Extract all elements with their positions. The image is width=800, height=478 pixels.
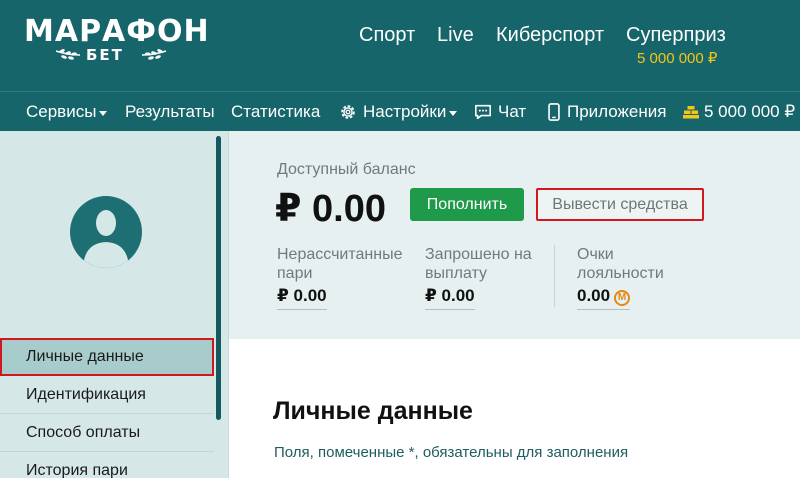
withdraw-button[interactable]: Вывести средства xyxy=(536,188,704,221)
nav-chat[interactable]: Чат xyxy=(474,102,526,122)
main-content: Личные данные Поля, помеченные *, обязат… xyxy=(228,339,800,478)
nav-services[interactable]: Сервисы xyxy=(26,102,108,122)
balance-panel: Доступный баланс ₽ 0.00 Пополнить Вывест… xyxy=(228,131,800,339)
superprize-amount: 5 000 000 ₽ xyxy=(637,50,718,67)
gold-bars-icon xyxy=(683,106,699,119)
requested-payout-stat: Запрошено на выплату ₽ 0.00 xyxy=(425,245,532,310)
loyalty-points-value: 0.00 xyxy=(577,286,611,305)
loyalty-points-stat: Очки лояльности 0.00 М xyxy=(577,245,664,310)
laurel-right-icon xyxy=(141,49,167,60)
nav-settings-label: Настройки xyxy=(363,102,447,121)
loyalty-points-label-line2: лояльности xyxy=(577,265,664,282)
loyalty-points-value-wrap: 0.00 М xyxy=(577,285,631,310)
nav-settings[interactable]: Настройки xyxy=(339,102,458,122)
nav-results-label: Результаты xyxy=(125,102,215,121)
nav-statistics-label: Статистика xyxy=(231,102,321,121)
loyalty-points-label-line1: Очки xyxy=(577,246,614,263)
nav-statistics[interactable]: Статистика xyxy=(231,102,320,122)
requested-payout-value: ₽ 0.00 xyxy=(425,285,475,310)
nav-apps-label: Приложения xyxy=(567,102,667,121)
sidebar-item-identification[interactable]: Идентификация xyxy=(0,376,214,414)
gear-icon xyxy=(341,105,355,119)
unsettled-bets-label-line1: Нерассчитанные xyxy=(277,246,403,263)
user-avatar-icon[interactable] xyxy=(70,196,142,268)
loyalty-coin-icon: М xyxy=(614,290,631,306)
topnav-live[interactable]: Live xyxy=(437,22,474,48)
topnav-esports[interactable]: Киберспорт xyxy=(496,22,604,48)
unsettled-bets-value: ₽ 0.00 xyxy=(277,285,327,310)
person-icon xyxy=(83,210,129,268)
nav-services-label: Сервисы xyxy=(26,102,97,121)
required-fields-note: Поля, помеченные *, обязательны для запо… xyxy=(274,444,629,461)
brand-logo[interactable]: МАРАФОН БЕТ xyxy=(24,14,209,70)
sidebar: Личные данные Идентификация Способ оплат… xyxy=(0,131,228,478)
balance-label: Доступный баланс xyxy=(277,161,416,178)
nav-results[interactable]: Результаты xyxy=(125,102,215,122)
nav-jackpot-label: 5 000 000 ₽ xyxy=(704,102,796,121)
requested-payout-label-line1: Запрошено на xyxy=(425,246,532,263)
unsettled-bets-label-line2: пари xyxy=(277,265,313,282)
nav-apps[interactable]: Приложения xyxy=(547,102,666,122)
top-header: МАРАФОН БЕТ Спорт Live Киберспорт Суперп… xyxy=(0,0,800,91)
smartphone-icon xyxy=(548,103,560,121)
sidebar-item-personal-data[interactable]: Личные данные xyxy=(0,338,214,376)
laurel-left-icon xyxy=(55,49,81,60)
unsettled-bets-stat: Нерассчитанные пари ₽ 0.00 xyxy=(277,245,402,310)
chevron-down-icon xyxy=(99,110,108,116)
sidebar-scrollbar[interactable] xyxy=(216,136,221,420)
stat-divider xyxy=(554,245,555,307)
chevron-down-icon xyxy=(449,110,458,116)
topnav-superprize[interactable]: Суперприз xyxy=(626,22,726,48)
topup-button[interactable]: Пополнить xyxy=(410,188,524,221)
page-title: Личные данные xyxy=(273,397,473,425)
topnav-sport[interactable]: Спорт xyxy=(359,22,415,48)
nav-chat-label: Чат xyxy=(498,102,527,121)
secondary-nav: Сервисы Результаты Статистика Настройки … xyxy=(0,91,800,131)
sidebar-menu: Личные данные Идентификация Способ оплат… xyxy=(0,338,214,478)
sidebar-item-bet-history[interactable]: История пари xyxy=(0,452,214,478)
requested-payout-label-line2: выплату xyxy=(425,265,488,282)
chat-icon xyxy=(474,104,492,120)
sidebar-item-payment-method[interactable]: Способ оплаты xyxy=(0,414,214,452)
nav-jackpot[interactable]: 5 000 000 ₽ xyxy=(683,102,795,122)
brand-sub: БЕТ xyxy=(86,46,124,64)
balance-value: ₽ 0.00 xyxy=(275,188,386,230)
